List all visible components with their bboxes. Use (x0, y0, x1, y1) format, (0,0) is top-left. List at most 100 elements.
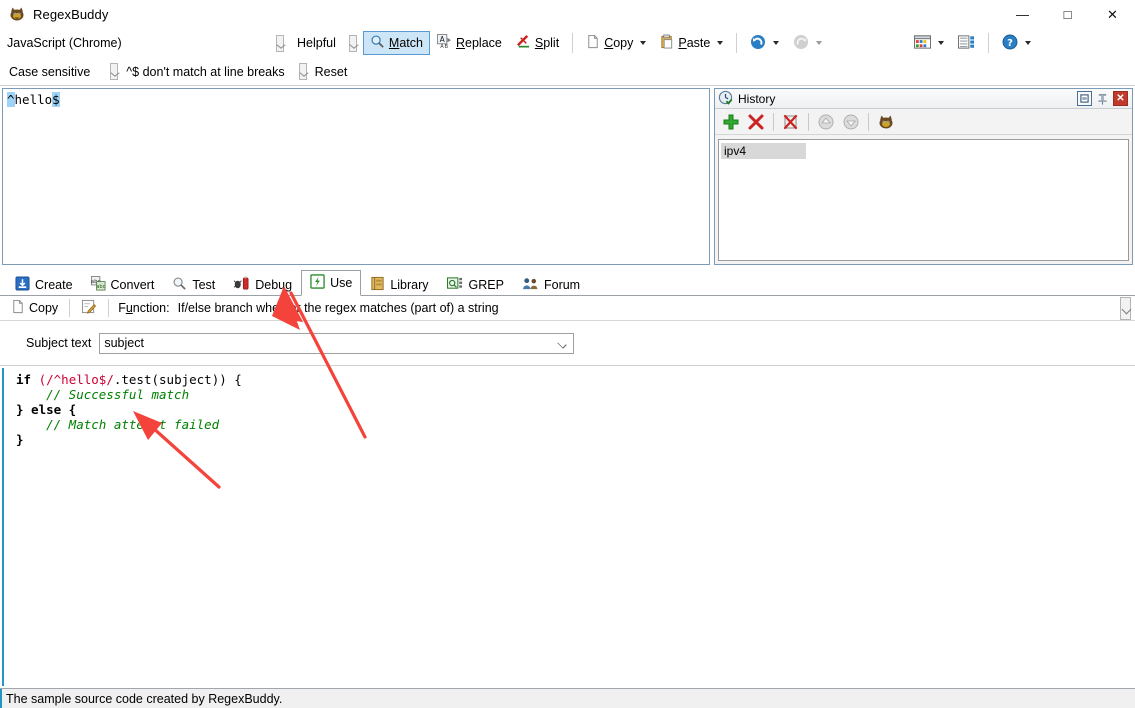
history-toolbar-divider-1 (773, 112, 774, 131)
subject-row: Subject text subject (0, 321, 1135, 366)
options-grip-2[interactable] (298, 63, 307, 80)
forum-people-icon (522, 276, 539, 294)
layout-list-button[interactable] (951, 31, 982, 55)
test-magnifier-icon (172, 276, 187, 294)
status-accent (0, 689, 2, 708)
regex-line[interactable]: ^hello$ (3, 89, 709, 107)
replace-ab-icon: A A B (437, 34, 452, 52)
tab-library-label: Library (390, 277, 429, 292)
undo-dropdown-caret[interactable] (773, 41, 780, 45)
case-sensitive-option[interactable]: Case sensitive (7, 65, 92, 79)
layout-grid-button[interactable] (907, 31, 951, 55)
subject-text-value: subject (104, 336, 144, 350)
undo-button[interactable] (743, 31, 786, 55)
add-icon[interactable] (720, 111, 742, 133)
list-item[interactable]: ipv4 (721, 143, 806, 159)
layout-grid-icon (914, 34, 932, 52)
regex-editor[interactable]: ^hello$ (2, 88, 710, 265)
grep-icon (446, 276, 464, 294)
status-bar: The sample source code created by RegexB… (0, 688, 1135, 708)
history-restore-button[interactable] (1077, 91, 1092, 106)
regexbuddy-logo-icon (9, 6, 25, 22)
tab-test[interactable]: Test (163, 272, 224, 296)
maximize-button[interactable]: □ (1045, 0, 1090, 28)
tab-use[interactable]: Use (301, 270, 362, 296)
regexbuddy-icon[interactable] (875, 111, 897, 133)
paste-label: Paste (678, 36, 711, 50)
regex-flavor-label[interactable]: JavaScript (Chrome) (7, 36, 122, 50)
function-bar-divider-2 (108, 299, 110, 317)
helpful-button[interactable]: Helpful (290, 31, 343, 55)
history-title: History (738, 91, 776, 106)
tab-forum[interactable]: Forum (513, 272, 589, 296)
layout-grid-caret[interactable] (938, 41, 945, 45)
svg-text:abc: abc (96, 284, 105, 290)
tab-grep[interactable]: GREP (438, 272, 513, 296)
replace-button[interactable]: A A B Replace (430, 31, 509, 55)
history-toolbar (715, 109, 1132, 135)
status-text: The sample source code created by RegexB… (6, 691, 283, 706)
code-copy-button[interactable]: Copy (5, 298, 64, 319)
tab-debug[interactable]: Debug (224, 272, 301, 296)
move-down-icon[interactable] (840, 111, 862, 133)
regex-end-anchor: $ (52, 92, 60, 107)
history-toolbar-divider-3 (868, 112, 869, 131)
toolbar-grip-2[interactable] (348, 34, 357, 52)
redo-button[interactable] (786, 31, 829, 55)
reset-option[interactable]: Reset (313, 65, 350, 79)
copy-label: Copy (604, 36, 634, 50)
options-grip-1[interactable] (110, 63, 119, 80)
delete-all-icon[interactable] (780, 111, 802, 133)
subject-text-input[interactable]: subject (99, 332, 575, 354)
use-icon (310, 274, 325, 292)
history-list[interactable]: ipv4 (718, 139, 1129, 261)
function-value[interactable]: If/else branch whether the regex matches… (178, 301, 499, 315)
svg-text:?: ? (1007, 38, 1013, 49)
tab-debug-label: Debug (255, 277, 293, 292)
line-breaks-option[interactable]: ^$ don't match at line breaks (124, 65, 286, 79)
help-button[interactable]: ? (995, 31, 1038, 55)
delete-icon[interactable] (745, 111, 767, 133)
paste-button[interactable]: Paste (653, 31, 730, 55)
toolbar-divider-3 (988, 33, 990, 53)
svg-text:A: A (440, 35, 446, 44)
code-comment-failed: // Match attempt failed (16, 417, 220, 432)
toolbar-grip-1[interactable] (276, 34, 284, 52)
tab-grep-label: GREP (468, 277, 504, 292)
regex-body: hello (14, 92, 53, 107)
tab-library[interactable]: Library (361, 272, 437, 296)
function-bar-grip[interactable] (1120, 297, 1131, 320)
window-controls: — □ ✕ (1000, 0, 1135, 28)
code-regex-literal: (/^hello$/ (31, 372, 114, 387)
tab-create-label: Create (35, 277, 73, 292)
main-toolbar: JavaScript (Chrome) Helpful Match A A B … (0, 28, 1135, 58)
help-dropdown-caret[interactable] (1025, 41, 1032, 45)
search-magnifier-icon (370, 34, 385, 52)
match-button[interactable]: Match (362, 31, 430, 55)
close-button[interactable]: ✕ (1090, 0, 1135, 28)
redo-dropdown-caret[interactable] (816, 41, 823, 45)
copy-dropdown-caret[interactable] (640, 41, 647, 45)
split-label: Split (534, 36, 560, 50)
pin-icon[interactable] (1095, 91, 1110, 106)
generated-code-pane[interactable]: if (/^hello$/.test(subject)) { // Succes… (2, 368, 1133, 686)
split-button[interactable]: Split (509, 31, 566, 55)
code-line-else: } else { (16, 402, 77, 417)
tab-create[interactable]: Create (6, 272, 82, 296)
toolbar-divider-1 (572, 33, 574, 53)
tab-convert[interactable]: abc abc Convert (82, 272, 164, 296)
chevron-down-icon[interactable] (557, 338, 567, 349)
code-comment-success: // Successful match (16, 387, 190, 402)
function-label: Function: (118, 301, 170, 315)
copy-button[interactable]: Copy (579, 31, 653, 55)
library-icon (370, 276, 385, 294)
history-close-button[interactable]: ✕ (1113, 91, 1128, 106)
paste-dropdown-caret[interactable] (717, 41, 724, 45)
svg-text:B: B (444, 44, 448, 49)
code-copy-label: Copy (29, 301, 59, 315)
move-up-icon[interactable] (815, 111, 837, 133)
minimize-button[interactable]: — (1000, 0, 1045, 28)
edit-button[interactable] (75, 298, 103, 319)
split-icon (516, 34, 531, 52)
history-clock-icon (718, 90, 733, 108)
